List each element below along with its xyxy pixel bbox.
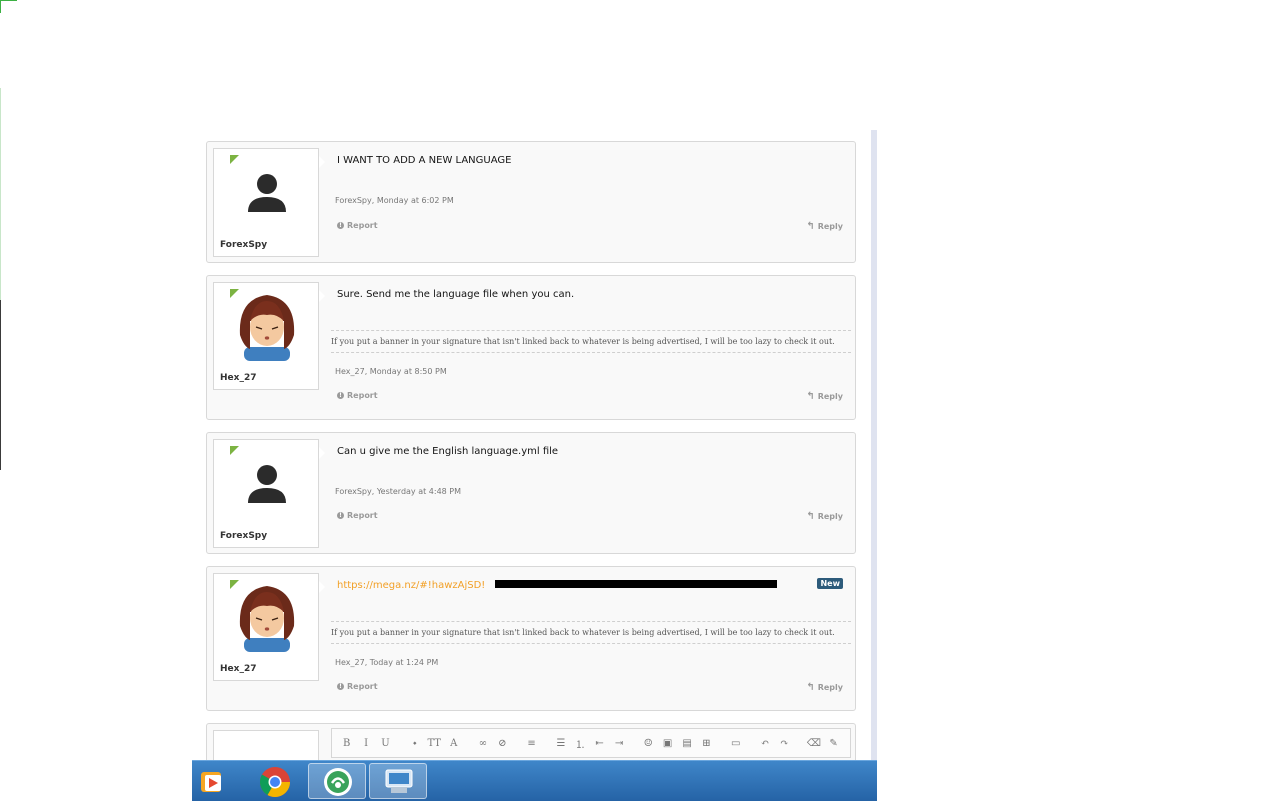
anime-girl-avatar[interactable] <box>234 291 300 361</box>
online-indicator <box>230 446 239 455</box>
cloud-app-icon <box>324 768 352 796</box>
username[interactable]: ForexSpy <box>220 531 267 541</box>
post-meta[interactable]: Hex_27, Monday at 8:50 PM <box>335 367 447 376</box>
color-icon[interactable]: ⬩ <box>408 738 421 749</box>
generic-user-icon[interactable] <box>247 171 287 213</box>
cloud-app-button[interactable] <box>308 763 366 799</box>
bubble-arrow <box>319 581 325 593</box>
underline-icon[interactable]: U <box>379 738 392 749</box>
post-meta[interactable]: ForexSpy, Monday at 6:02 PM <box>335 196 454 205</box>
italic-icon[interactable]: I <box>359 738 372 749</box>
number-list-icon[interactable]: ⒈ <box>574 736 587 751</box>
remote-desktop-button[interactable] <box>369 763 427 799</box>
online-indicator <box>230 155 239 164</box>
anime-girl-avatar[interactable] <box>234 582 300 652</box>
post-4: Hex_27 https://mega.nz/#!hawzAjSD! New I… <box>206 566 856 711</box>
left-edge-line <box>0 88 1 302</box>
reply-icon: ↰ <box>806 221 815 232</box>
user-box: ForexSpy <box>213 148 319 257</box>
bubble-arrow <box>319 447 325 459</box>
taskbar <box>192 760 877 801</box>
undo-icon[interactable]: ↶ <box>758 738 771 749</box>
report-icon: ! <box>337 222 344 229</box>
image-icon[interactable]: ▣ <box>661 738 674 749</box>
reply-button[interactable]: ↰ Reply <box>806 221 843 232</box>
quick-reply: B I U ⬩ TT A ∞ ⊘ ≡ ☰ ⒈ ⇤ ⇥ ☺ ▣ ▤ ⊞ ▭ ↶ ↷ ⌫ ✎ <box>206 723 856 760</box>
chrome-icon[interactable] <box>254 763 296 799</box>
remote-desktop-icon <box>385 769 413 793</box>
reply-button[interactable]: ↰ Reply <box>806 682 843 693</box>
message-text: Sure. Send me the language file when you… <box>337 289 575 300</box>
indent-icon[interactable]: ⇥ <box>612 738 625 749</box>
link-icon[interactable]: ∞ <box>476 738 489 749</box>
post-meta[interactable]: Hex_27, Today at 1:24 PM <box>335 658 438 667</box>
post-3: ForexSpy Can u give me the English langu… <box>206 432 856 554</box>
reply-button[interactable]: ↰ Reply <box>806 391 843 402</box>
username[interactable]: ForexSpy <box>220 240 267 250</box>
report-button[interactable]: ! Report <box>337 682 378 691</box>
reply-button[interactable]: ↰ Reply <box>806 511 843 522</box>
reply-icon: ↰ <box>806 511 815 522</box>
reply-icon: ↰ <box>806 682 815 693</box>
generic-user-icon[interactable] <box>247 462 287 504</box>
outdent-icon[interactable]: ⇤ <box>593 738 606 749</box>
username[interactable]: Hex_27 <box>220 373 256 383</box>
save-icon[interactable]: ▭ <box>729 738 742 749</box>
insert-icon[interactable]: ⊞ <box>700 738 713 749</box>
signature: If you put a banner in your signature th… <box>331 330 851 353</box>
report-button[interactable]: ! Report <box>337 511 378 520</box>
wrench-icon[interactable]: ✎ <box>827 738 840 749</box>
redaction-bar <box>495 580 777 588</box>
user-box: Hex_27 <box>213 573 319 681</box>
bubble-arrow <box>319 156 325 168</box>
bubble-arrow <box>319 290 325 302</box>
message-text: Can u give me the English language.yml f… <box>337 446 559 457</box>
smilie-icon[interactable]: ☺ <box>642 738 655 749</box>
username[interactable]: Hex_27 <box>220 664 256 674</box>
align-icon[interactable]: ≡ <box>525 738 538 749</box>
report-icon: ! <box>337 683 344 690</box>
post-meta[interactable]: ForexSpy, Yesterday at 4:48 PM <box>335 487 461 496</box>
media-player-icon[interactable] <box>196 763 228 799</box>
font-family-icon[interactable]: A <box>447 738 460 749</box>
media-icon[interactable]: ▤ <box>680 738 693 749</box>
editor-toolbar: B I U ⬩ TT A ∞ ⊘ ≡ ☰ ⒈ ⇤ ⇥ ☺ ▣ ▤ ⊞ ▭ ↶ ↷ ⌫ ✎ <box>331 728 851 758</box>
user-box: ForexSpy <box>213 439 319 548</box>
font-size-icon[interactable]: TT <box>427 738 441 749</box>
mega-link[interactable]: https://mega.nz/#!hawzAjSD! <box>337 580 485 591</box>
reply-icon: ↰ <box>806 391 815 402</box>
post-2: Hex_27 Sure. Send me the language file w… <box>206 275 856 420</box>
report-button[interactable]: ! Report <box>337 221 378 230</box>
unlink-icon[interactable]: ⊘ <box>496 738 509 749</box>
post-1: ForexSpy I WANT TO ADD A NEW LANGUAGE Fo… <box>206 141 856 263</box>
corner-mark <box>0 0 17 13</box>
bold-icon[interactable]: B <box>340 738 353 749</box>
user-box <box>213 730 319 760</box>
user-box: Hex_27 <box>213 282 319 390</box>
forum-thread: ForexSpy I WANT TO ADD A NEW LANGUAGE Fo… <box>192 130 877 760</box>
new-badge: New <box>817 578 843 589</box>
bullet-list-icon[interactable]: ☰ <box>554 738 567 749</box>
report-icon: ! <box>337 392 344 399</box>
report-button[interactable]: ! Report <box>337 391 378 400</box>
left-edge-dark <box>0 300 1 470</box>
redo-icon[interactable]: ↷ <box>778 738 791 749</box>
message-text: I WANT TO ADD A NEW LANGUAGE <box>337 155 512 166</box>
signature: If you put a banner in your signature th… <box>331 621 851 644</box>
scroll-edge[interactable] <box>871 130 877 760</box>
report-icon: ! <box>337 512 344 519</box>
remove-format-icon[interactable]: ⌫ <box>807 738 821 749</box>
